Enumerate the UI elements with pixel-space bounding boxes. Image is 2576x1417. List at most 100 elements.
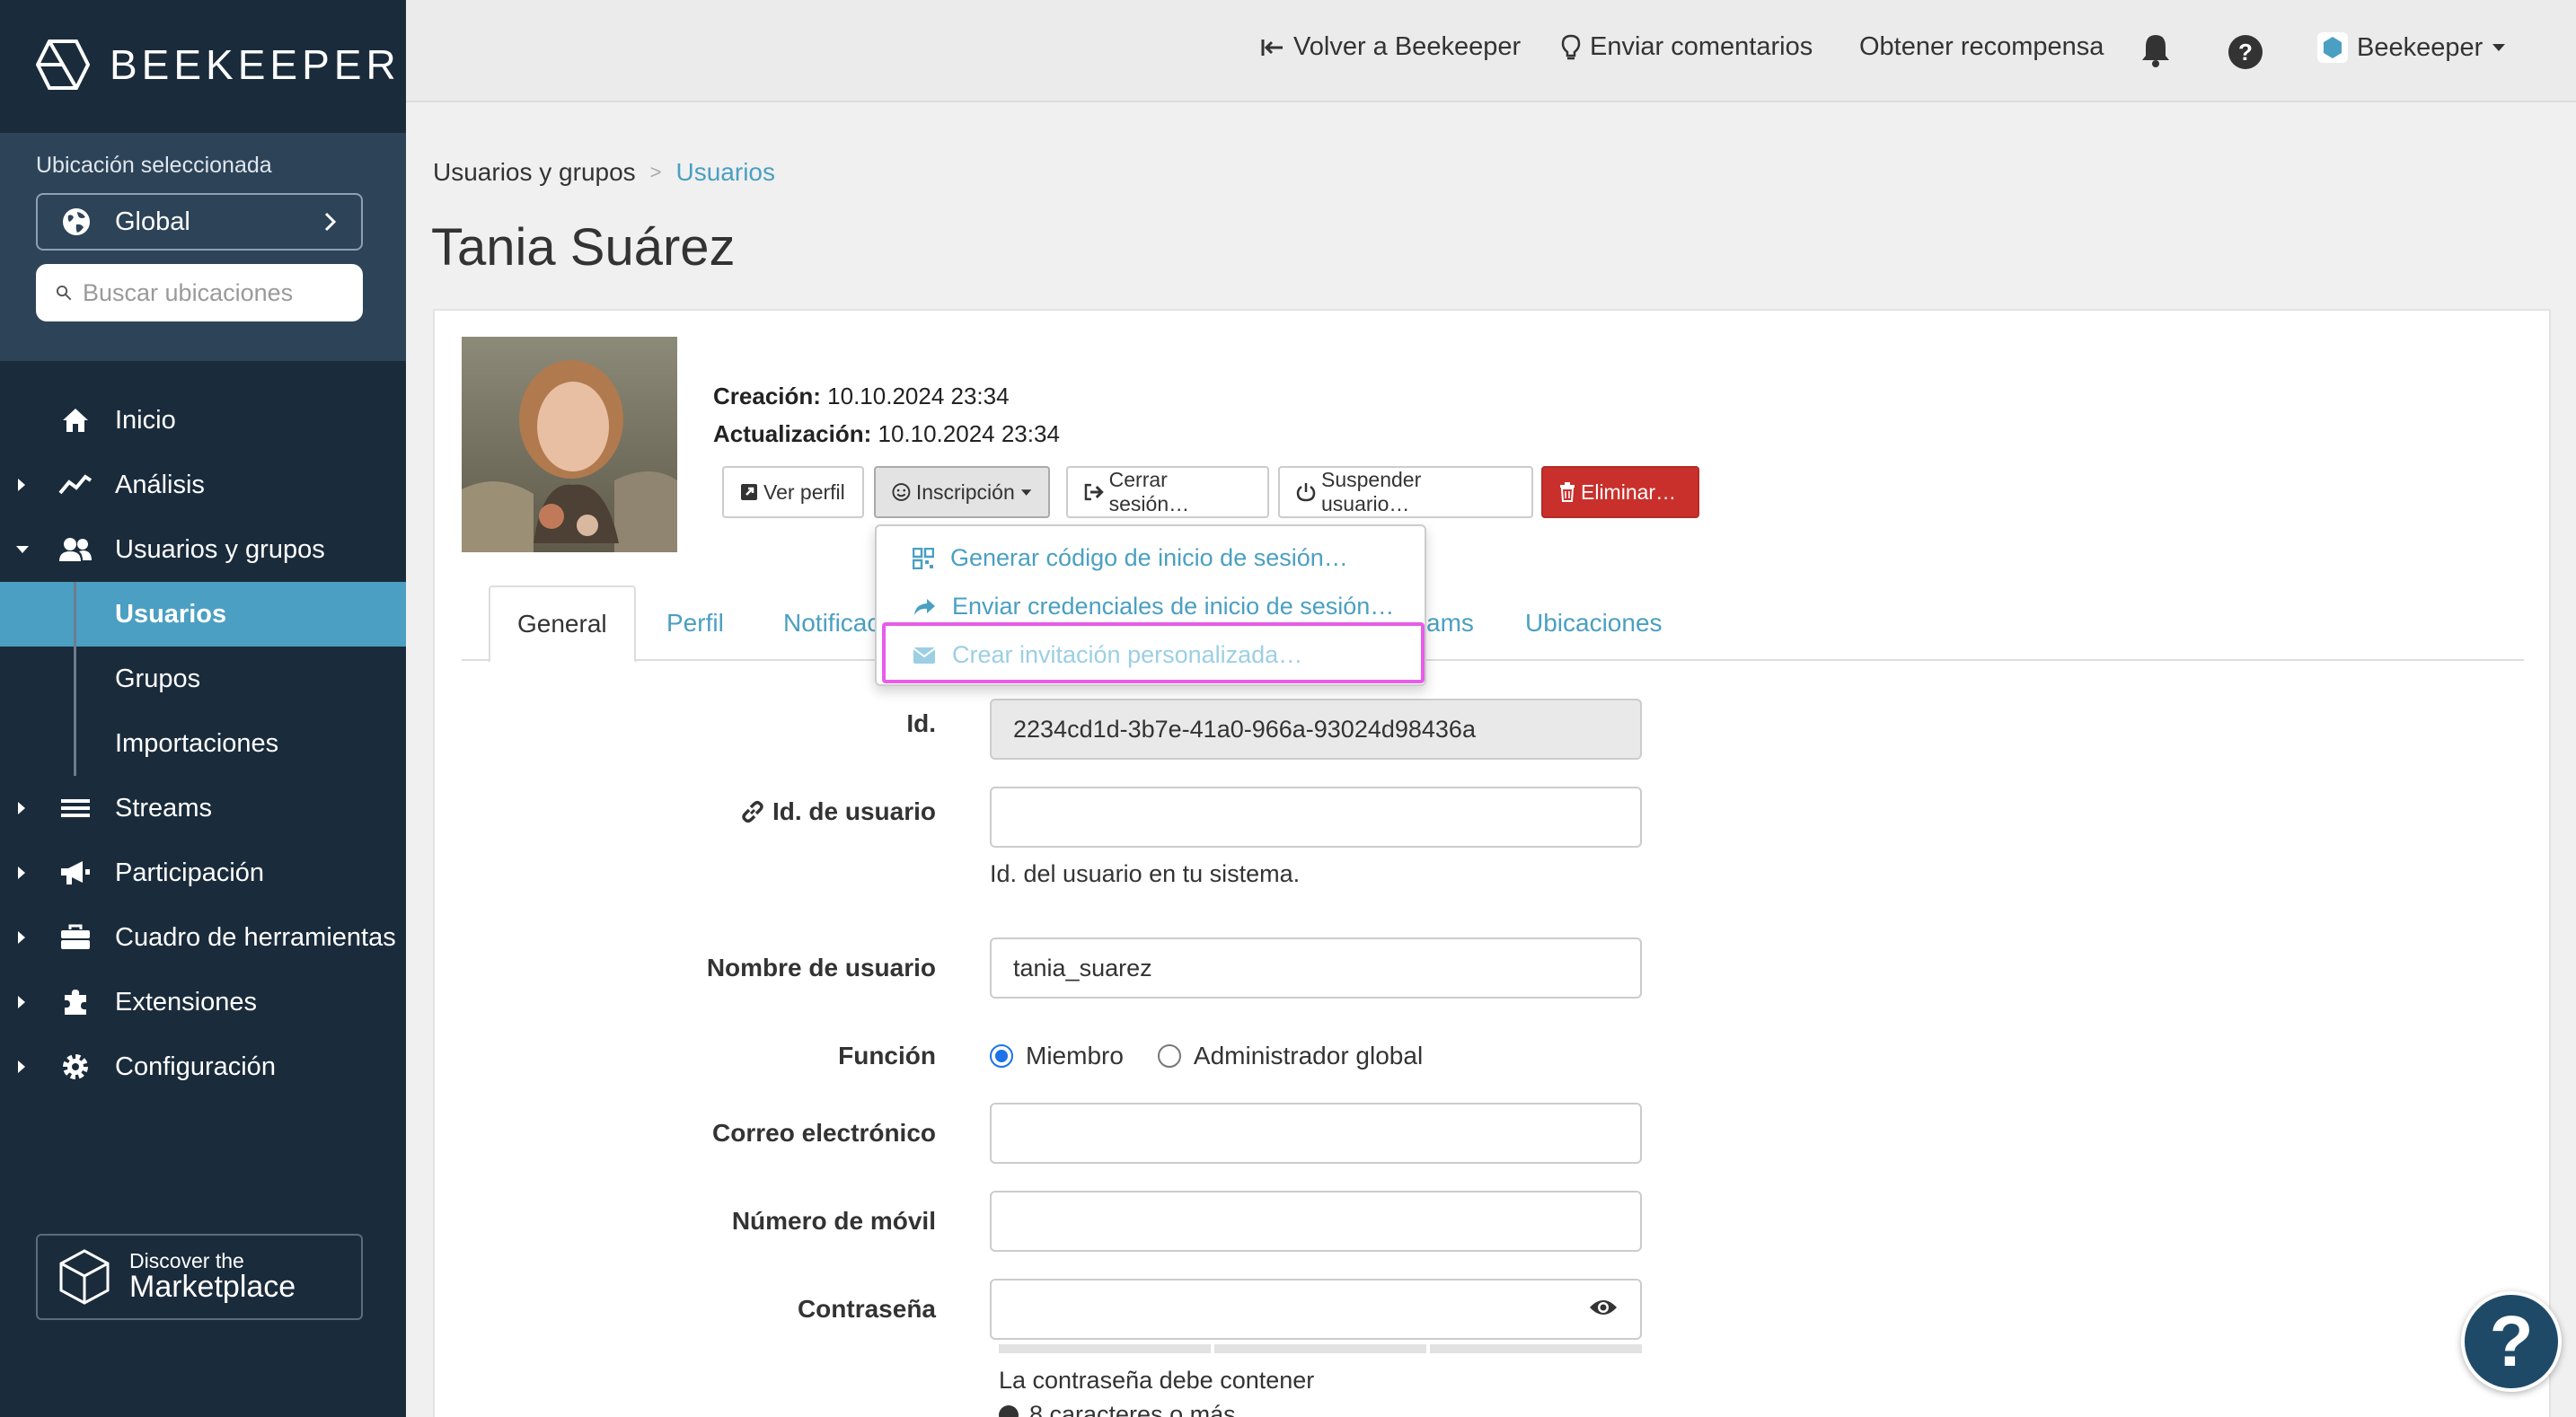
sidebar-subitem-grupos[interactable]: Grupos	[0, 647, 406, 711]
lightbulb-icon	[1561, 34, 1581, 59]
back-link-label: Volver a Beekeeper	[1293, 32, 1522, 61]
account-menu[interactable]: Beekeeper	[2317, 32, 2506, 63]
suspend-label: Suspender usuario…	[1321, 468, 1422, 515]
updated-value: 10.10.2024 23:34	[878, 420, 1060, 447]
sidebar-item-label: Streams	[115, 793, 212, 823]
link-icon	[742, 800, 763, 823]
delete-button[interactable]: Eliminar…	[1541, 466, 1699, 518]
created-label: Creación:	[713, 383, 821, 409]
question-circle-icon: ?	[2228, 35, 2263, 69]
sidebar-item-label: Cuadro de herramientas	[115, 922, 396, 952]
user-id-help: Id. del usuario en tu sistema.	[990, 860, 1301, 887]
breadcrumb-parent[interactable]: Usuarios y grupos	[433, 158, 636, 187]
share-icon	[914, 598, 935, 615]
tab-general[interactable]: General	[489, 585, 636, 663]
sidebar-item-cuadro-de-herramientas[interactable]: Cuadro de herramientas	[0, 905, 406, 970]
tab-notificaciones[interactable]: Notificac	[783, 585, 879, 661]
get-reward-link[interactable]: Obtener recompensa	[1859, 32, 2104, 62]
breadcrumb: Usuarios y grupos > Usuarios	[433, 158, 775, 187]
id-label: Id.	[906, 709, 936, 737]
role-radio-group: Miembro Administrador global	[990, 1042, 1423, 1070]
created-value: 10.10.2024 23:34	[827, 383, 1010, 409]
enrollment-label: Inscripción	[915, 480, 1015, 504]
sidebar-item-label: Extensiones	[115, 987, 257, 1017]
dropdown-item-label: Generar código de inicio de sesión…	[950, 544, 1348, 571]
mobile-label: Número de móvil	[731, 1207, 936, 1235]
user-avatar	[462, 337, 677, 552]
tab-ubicaciones[interactable]: Ubicaciones	[1525, 585, 1663, 661]
location-search[interactable]	[36, 264, 363, 321]
tab-label: General	[517, 610, 607, 638]
email-field[interactable]	[990, 1103, 1642, 1164]
gear-icon	[57, 1049, 93, 1085]
sidebar-item-streams[interactable]: Streams	[0, 776, 406, 841]
chart-line-icon	[57, 467, 93, 503]
reward-link-label: Obtener recompensa	[1859, 32, 2104, 61]
breadcrumb-current[interactable]: Usuarios	[676, 158, 775, 187]
role-member-radio[interactable]	[990, 1044, 1013, 1068]
view-profile-button[interactable]: Ver perfil	[722, 466, 864, 518]
sidebar-item-inicio[interactable]: Inicio	[0, 388, 406, 453]
sidebar-item-analisis[interactable]: Análisis	[0, 453, 406, 517]
password-rule: 8 caracteres o más	[999, 1401, 1236, 1417]
sidebar-item-label: Análisis	[115, 470, 205, 499]
tab-perfil[interactable]: Perfil	[666, 585, 724, 661]
password-strength-bar-2	[1214, 1344, 1426, 1353]
back-to-beekeeper-link[interactable]: Volver a Beekeeper	[1261, 32, 1521, 62]
user-id-label: Id. de usuario	[740, 797, 936, 826]
highlight-box	[882, 622, 1425, 683]
user-id-field[interactable]	[990, 787, 1642, 848]
account-avatar-icon	[2317, 32, 2348, 63]
location-search-input[interactable]	[83, 278, 343, 307]
globe-icon	[63, 208, 90, 235]
password-field[interactable]	[990, 1279, 1642, 1340]
question-mark-icon: ?	[2489, 1301, 2534, 1381]
caret-right-icon	[18, 802, 25, 814]
sidebar-subitem-importaciones[interactable]: Importaciones	[0, 711, 406, 776]
suspend-user-button[interactable]: Suspender usuario…	[1278, 466, 1533, 518]
location-label: Ubicación seleccionada	[36, 153, 272, 178]
role-member-label: Miembro	[1026, 1042, 1124, 1069]
sidebar-item-label: Usuarios y grupos	[115, 534, 325, 564]
mobile-field[interactable]	[990, 1191, 1642, 1252]
tab-label: Notificac	[783, 609, 880, 637]
caret-right-icon	[18, 867, 25, 879]
password-help: La contraseña debe contener	[999, 1367, 1315, 1394]
sidebar-item-label: Configuración	[115, 1052, 276, 1081]
notifications-button[interactable]	[2139, 32, 2172, 68]
logout-button[interactable]: Cerrar sesión…	[1066, 466, 1269, 518]
feedback-link-label: Enviar comentarios	[1590, 32, 1813, 61]
sidebar-item-extensiones[interactable]: Extensiones	[0, 970, 406, 1034]
eye-icon	[1590, 1300, 1617, 1315]
brand-logo[interactable]: BEEKEEPER	[36, 40, 401, 90]
send-feedback-link[interactable]: Enviar comentarios	[1561, 32, 1813, 62]
show-password-button[interactable]	[1588, 1297, 1619, 1323]
sidebar-nav: Inicio Análisis Usuarios y grupos Usuari…	[0, 388, 406, 1099]
sidebar-item-usuarios-y-grupos[interactable]: Usuarios y grupos	[0, 517, 406, 582]
marketplace-button[interactable]: Discover the Marketplace	[36, 1234, 363, 1320]
username-label: Nombre de usuario	[706, 954, 936, 981]
sidebar-item-participacion[interactable]: Participación	[0, 841, 406, 905]
generate-login-code-item[interactable]: Generar código de inicio de sesión…	[913, 544, 1348, 572]
enrollment-dropdown-button[interactable]: Inscripción	[874, 466, 1050, 518]
send-login-credentials-item[interactable]: Enviar credenciales de inicio de sesión…	[913, 593, 1394, 620]
sidebar: BEEKEEPER Ubicación seleccionada Global …	[0, 0, 406, 1417]
username-field[interactable]	[990, 937, 1642, 999]
password-label: Contraseña	[797, 1295, 936, 1323]
password-rule-text: 8 caracteres o más	[1029, 1401, 1236, 1417]
floating-help-button[interactable]: ?	[2461, 1291, 2562, 1392]
location-value: Global	[115, 207, 190, 236]
role-admin-radio[interactable]	[1157, 1044, 1181, 1068]
caret-right-icon	[18, 1061, 25, 1073]
arrow-left-bar-icon	[1261, 39, 1283, 56]
logout-label: Cerrar sesión…	[1108, 468, 1190, 515]
beekeeper-logo-icon	[36, 40, 90, 90]
toolbox-icon	[57, 920, 93, 955]
sidebar-subitem-usuarios[interactable]: Usuarios	[0, 582, 406, 647]
help-button[interactable]: ?	[2228, 34, 2263, 70]
location-selector[interactable]: Global	[36, 193, 363, 251]
tab-streams[interactable]: ams	[1426, 585, 1474, 661]
sidebar-item-label: Importaciones	[115, 728, 279, 758]
caret-right-icon	[18, 931, 25, 944]
sidebar-item-configuracion[interactable]: Configuración	[0, 1034, 406, 1099]
